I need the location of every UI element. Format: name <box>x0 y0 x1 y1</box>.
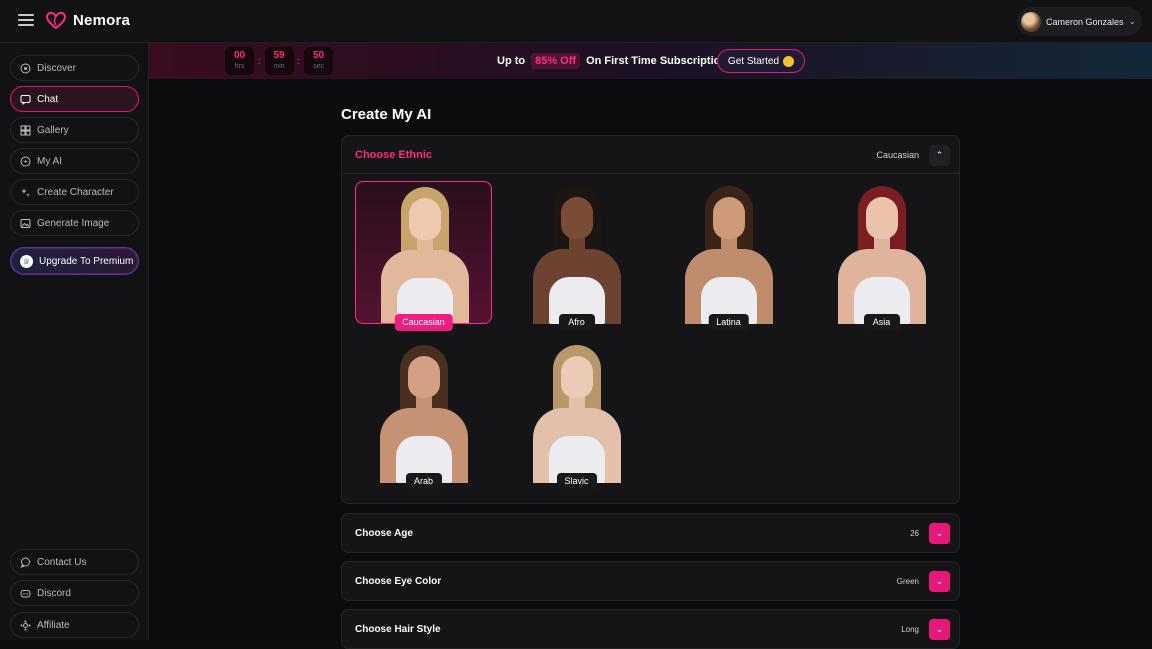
smile-emoji-icon <box>783 55 795 67</box>
sidebar-item-generate-image[interactable]: Generate Image <box>10 210 139 236</box>
timer-unit: hrs <box>234 63 245 70</box>
portrait-image <box>508 181 645 324</box>
discount-badge: 85% Off <box>531 53 581 69</box>
portrait-image <box>355 340 492 483</box>
sidebar-item-label: Affiliate <box>37 619 70 631</box>
age-title: Choose Age <box>355 528 413 539</box>
ethnic-option-label: Caucasian <box>394 314 453 331</box>
grid-icon <box>20 125 31 136</box>
ethnic-option-label: Arab <box>405 473 442 490</box>
sidebar-item-label: Create Character <box>37 186 114 198</box>
app-name: Nemora <box>73 11 131 29</box>
promo-suffix: On First Time Subscription <box>586 55 728 67</box>
sidebar-item-my-ai[interactable]: My AI <box>10 148 139 174</box>
timer-value: 59 <box>273 50 285 61</box>
promo-prefix: Up to <box>497 55 526 67</box>
upgrade-premium-button[interactable]: ♕ Upgrade To Premium <box>10 247 139 275</box>
page-title: Create My AI <box>341 106 432 123</box>
portrait-image <box>508 340 645 483</box>
user-menu[interactable]: Cameron Gonzales ⌄ <box>1017 7 1142 36</box>
ethnic-option-caucasian[interactable]: Caucasian <box>355 181 492 331</box>
ethnic-option-label: Afro <box>558 314 595 331</box>
timer-value: 00 <box>233 50 246 61</box>
sidebar-item-label: Gallery <box>37 124 69 136</box>
sidebar-item-gallery[interactable]: Gallery <box>10 117 139 143</box>
get-started-button[interactable]: Get Started <box>717 49 805 73</box>
eye-color-accordion[interactable]: Choose Eye Color Green ⌄ <box>341 561 960 601</box>
age-accordion[interactable]: Choose Age 26 ⌄ <box>341 513 960 553</box>
chevron-down-icon[interactable]: ⌄ <box>929 571 950 592</box>
timer-value: 50 <box>312 50 325 61</box>
ethnic-option-label: Asia <box>863 314 900 331</box>
eye-color-value: Green <box>896 577 919 586</box>
sparkles-icon <box>20 187 31 198</box>
sidebar-item-discord[interactable]: Discord <box>10 580 139 606</box>
sidebar-item-affiliate[interactable]: Affiliate <box>10 612 139 638</box>
affiliate-icon <box>20 620 31 631</box>
portrait-image <box>355 181 492 324</box>
top-bar: Nemora Cameron Gonzales ⌄ <box>0 0 1152 43</box>
chevron-down-icon[interactable]: ⌄ <box>929 619 950 640</box>
ethnic-option-latina[interactable]: Latina <box>660 181 797 331</box>
age-value: 26 <box>910 529 919 538</box>
sidebar-item-label: Contact Us <box>37 556 87 568</box>
sidebar-item-discover[interactable]: Discover <box>10 55 139 81</box>
sidebar-item-create-character[interactable]: Create Character <box>10 179 139 205</box>
promo-text: Up to 85% Off On First Time Subscription <box>497 53 727 69</box>
timer-separator: : <box>297 56 301 66</box>
ethnic-option-slavic[interactable]: Slavic <box>508 340 645 490</box>
sparkle-circle-icon <box>20 156 31 167</box>
timer-seconds: 50 sec <box>304 47 334 75</box>
promo-banner: 00 hrs : 59 min : 50 sec Up to 85% Off O… <box>149 43 1152 79</box>
chevron-up-icon[interactable]: ⌃ <box>929 145 950 166</box>
sidebar-item-contact-us[interactable]: Contact Us <box>10 549 139 575</box>
get-started-label: Get Started <box>727 55 780 67</box>
compass-icon <box>20 63 31 74</box>
sidebar-item-label: Discord <box>37 587 71 599</box>
ethnic-option-label: Latina <box>708 314 749 331</box>
sidebar-item-label: Chat <box>37 93 59 105</box>
logo[interactable]: Nemora <box>45 10 130 30</box>
ethnic-selected-value: Caucasian <box>876 150 919 160</box>
ethnic-panel: Choose Ethnic Caucasian ⌃ Caucasian Afro <box>341 135 960 504</box>
ethnic-option-label: Slavic <box>556 473 597 490</box>
chat-icon <box>20 94 31 105</box>
timer-unit: min <box>273 63 285 70</box>
timer-minutes: 59 min <box>264 47 294 75</box>
heart-logo-icon <box>46 11 66 30</box>
ethnic-option-arab[interactable]: Arab <box>355 340 492 490</box>
eye-color-title: Choose Eye Color <box>355 576 442 587</box>
portrait-image <box>813 181 950 324</box>
discord-icon <box>20 588 31 599</box>
message-icon <box>20 557 31 568</box>
sidebar-item-chat[interactable]: Chat <box>10 86 139 112</box>
countdown-timer: 00 hrs : 59 min : 50 sec <box>225 47 334 75</box>
portrait-image <box>660 181 797 324</box>
ethnic-title: Choose Ethnic <box>355 149 433 161</box>
timer-separator: : <box>258 56 261 66</box>
sidebar-item-label: Generate Image <box>37 217 110 229</box>
ethnic-panel-header[interactable]: Choose Ethnic Caucasian ⌃ <box>342 136 959 174</box>
avatar <box>1021 11 1041 32</box>
ethnic-option-asia[interactable]: Asia <box>813 181 950 331</box>
crown-icon: ♕ <box>20 254 33 268</box>
hair-style-value: Long <box>901 625 919 634</box>
menu-icon[interactable] <box>18 14 34 26</box>
chevron-down-icon[interactable]: ⌄ <box>929 523 950 544</box>
image-icon <box>20 218 31 229</box>
ethnic-option-afro[interactable]: Afro <box>508 181 645 331</box>
hair-style-title: Choose Hair Style <box>355 624 441 635</box>
upgrade-premium-label: Upgrade To Premium <box>39 255 134 267</box>
sidebar-item-label: Discover <box>37 62 76 74</box>
user-name: Cameron Gonzales <box>1046 16 1124 27</box>
chevron-down-icon: ⌄ <box>1128 16 1137 26</box>
sidebar: Discover Chat Gallery My AI Create Chara… <box>0 43 149 640</box>
sidebar-item-label: My AI <box>37 155 63 167</box>
timer-unit: sec <box>313 63 324 70</box>
timer-hours: 00 hrs <box>225 47 254 75</box>
hair-style-accordion[interactable]: Choose Hair Style Long ⌄ <box>341 609 960 649</box>
